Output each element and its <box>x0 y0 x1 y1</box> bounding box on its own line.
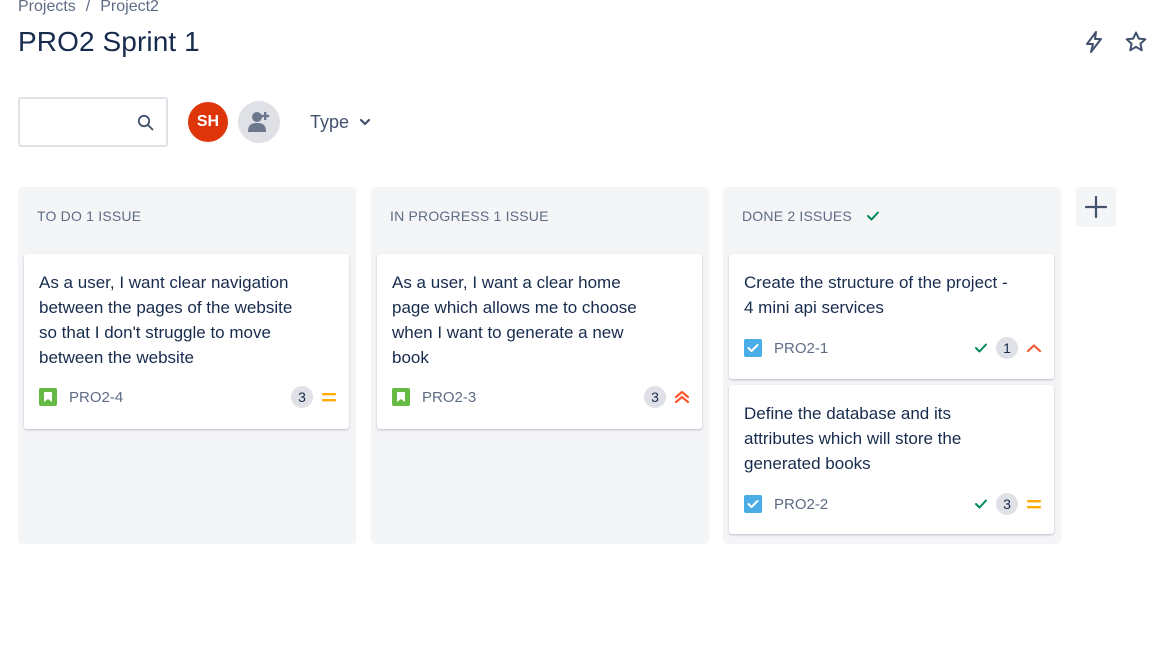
automation-button[interactable] <box>1082 30 1106 54</box>
column-in-progress: IN PROGRESS 1 ISSUE As a user, I want a … <box>371 187 709 544</box>
task-icon <box>744 495 762 513</box>
issue-key[interactable]: PRO2-1 <box>774 340 828 357</box>
card-summary: Define the database and its attributes w… <box>744 404 962 473</box>
card-footer: PRO2-1 1 <box>744 337 1042 359</box>
priority-medium-icon <box>322 393 336 402</box>
story-icon <box>39 388 57 406</box>
story-points-badge: 3 <box>996 493 1018 515</box>
top-actions <box>1082 30 1148 54</box>
story-points-badge: 3 <box>291 386 313 408</box>
column-title: TO DO 1 ISSUE <box>37 208 142 224</box>
search-icon <box>137 114 154 131</box>
breadcrumb-separator: / <box>85 0 91 15</box>
card-footer: PRO2-3 3 <box>392 386 690 408</box>
story-points-badge: 3 <box>644 386 666 408</box>
priority-highest-icon <box>674 390 690 404</box>
column-header: DONE 2 ISSUES <box>742 208 880 224</box>
card-summary: Create the structure of the project - 4 … <box>744 273 1008 317</box>
breadcrumb: Projects / Project2 <box>18 0 159 16</box>
column-title: IN PROGRESS 1 ISSUE <box>390 208 549 224</box>
type-filter-label: Type <box>310 111 350 132</box>
priority-medium-icon <box>1027 500 1041 509</box>
avatar[interactable]: SH <box>188 102 228 142</box>
column-title: DONE 2 ISSUES <box>742 208 852 224</box>
column-todo: TO DO 1 ISSUE As a user, I want clear na… <box>18 187 356 544</box>
star-button[interactable] <box>1124 30 1148 54</box>
priority-high-icon <box>1026 344 1042 353</box>
issue-card[interactable]: As a user, I want a clear home page whic… <box>377 254 702 429</box>
add-column-button[interactable] <box>1076 187 1116 227</box>
column-done: DONE 2 ISSUES Create the structure of th… <box>723 187 1061 544</box>
issue-card[interactable]: As a user, I want clear navigation betwe… <box>24 254 349 429</box>
add-person-icon <box>248 112 270 132</box>
type-filter-dropdown[interactable]: Type <box>310 112 371 133</box>
breadcrumb-project[interactable]: Project2 <box>100 0 159 16</box>
breadcrumb-projects[interactable]: Projects <box>18 0 76 16</box>
story-icon <box>392 388 410 406</box>
column-header: TO DO 1 ISSUE <box>37 208 141 224</box>
issue-key[interactable]: PRO2-4 <box>69 389 123 406</box>
plus-icon <box>1084 195 1108 219</box>
page-title: PRO2 Sprint 1 <box>18 26 200 57</box>
search-field[interactable] <box>18 97 168 147</box>
issue-key[interactable]: PRO2-3 <box>422 389 476 406</box>
story-points-badge: 1 <box>996 337 1018 359</box>
issue-card[interactable]: Create the structure of the project - 4 … <box>729 254 1054 379</box>
done-check-icon <box>866 211 879 221</box>
search-input[interactable] <box>30 99 140 145</box>
lightning-icon <box>1086 31 1102 53</box>
issue-card[interactable]: Define the database and its attributes w… <box>729 385 1054 534</box>
column-header: IN PROGRESS 1 ISSUE <box>390 208 549 224</box>
add-people-button[interactable] <box>238 101 280 143</box>
resolved-check-icon <box>975 499 987 509</box>
chevron-down-icon <box>359 118 371 126</box>
issue-key[interactable]: PRO2-2 <box>774 496 828 513</box>
resolved-check-icon <box>975 343 987 353</box>
board-toolbar: SH Type <box>18 97 371 147</box>
card-footer: PRO2-4 3 <box>39 386 337 408</box>
card-summary: As a user, I want a clear home page whic… <box>392 273 637 367</box>
card-footer: PRO2-2 3 <box>744 493 1042 515</box>
star-icon <box>1125 31 1147 52</box>
card-summary: As a user, I want clear navigation betwe… <box>39 273 293 367</box>
task-icon <box>744 339 762 357</box>
